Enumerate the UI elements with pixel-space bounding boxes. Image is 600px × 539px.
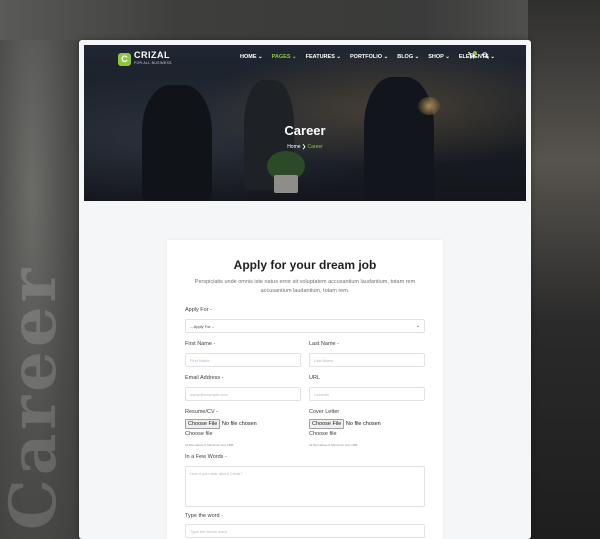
breadcrumb: Home ❯ Career — [84, 144, 526, 150]
cover-choose-text: Choose file — [309, 431, 337, 437]
apply-for-label: Apply For - — [185, 307, 212, 313]
first-name-label: First Name - — [185, 341, 216, 347]
page-title: Career — [284, 123, 326, 138]
apply-for-value: -- Apply For -- — [190, 324, 215, 329]
url-label: URL — [309, 375, 321, 381]
top-navigation: C CRIZAL FOR ALL BUSINESS HOME ⌄ PAGES ⌄… — [84, 45, 526, 71]
nav-item-elements[interactable]: ELEMENTS ⌄ — [459, 54, 495, 60]
resume-choose-file-button[interactable]: Choose File — [185, 419, 221, 429]
cover-hint: All files allowed. Maximum size 1MB — [309, 443, 358, 447]
resume-choose-text: Choose file — [185, 431, 213, 437]
main-menu: HOME ⌄ PAGES ⌄ FEATURES ⌄ PORTFOLIO ⌄ BL… — [240, 54, 504, 60]
resume-label: Resume/CV - — [185, 409, 219, 415]
form-description: Perspiciatis unde omnis iste natus error… — [194, 279, 416, 294]
nav-item-features[interactable]: FEATURES ⌄ — [306, 54, 341, 60]
nav-item-portfolio[interactable]: PORTFOLIO ⌄ — [350, 54, 388, 60]
cart-count-badge — [473, 51, 477, 55]
chevron-down-icon: ⌄ — [415, 323, 420, 329]
email-label: Email Address - — [185, 375, 224, 381]
brand-tagline: FOR ALL BUSINESS — [134, 61, 172, 65]
resume-file-input[interactable]: Choose File No file chosen — [185, 419, 257, 429]
few-words-textarea[interactable]: How'd you hear about Crizal? — [185, 466, 425, 507]
last-name-field[interactable]: Last Name — [309, 353, 425, 367]
cover-letter-file-input[interactable]: Choose File No file chosen — [309, 419, 381, 429]
url-field[interactable]: LinkedIn — [309, 387, 425, 401]
application-form-card: Apply for your dream job Perspiciatis un… — [167, 240, 443, 539]
brand-name: CRIZAL — [134, 50, 170, 60]
breadcrumb-separator-icon: ❯ — [301, 144, 307, 150]
email-field[interactable]: name@example.com — [185, 387, 301, 401]
nav-item-pages[interactable]: PAGES ⌄ — [272, 54, 297, 60]
apply-for-select[interactable]: -- Apply For -- ⌄ — [185, 319, 425, 333]
cover-choose-file-button[interactable]: Choose File — [309, 419, 345, 429]
logo-mark-icon: C — [118, 52, 131, 66]
cover-file-status: No file chosen — [345, 421, 381, 427]
resume-file-status: No file chosen — [221, 421, 257, 427]
type-word-field[interactable]: Type the below word — [185, 524, 425, 538]
last-name-label: Last Name - — [309, 341, 339, 347]
background-watermark-word: Career — [0, 264, 71, 530]
site-preview-frame: C CRIZAL FOR ALL BUSINESS HOME ⌄ PAGES ⌄… — [79, 40, 531, 539]
brand-logo[interactable]: C CRIZAL FOR ALL BUSINESS — [118, 51, 172, 67]
resume-hint: All files allowed. Maximum size 1MB — [185, 443, 234, 447]
nav-item-shop[interactable]: SHOP ⌄ — [428, 54, 450, 60]
breadcrumb-current: Career — [307, 144, 323, 150]
hero-banner: C CRIZAL FOR ALL BUSINESS HOME ⌄ PAGES ⌄… — [84, 45, 526, 201]
breadcrumb-home[interactable]: Home — [287, 144, 300, 150]
first-name-field[interactable]: First Name — [185, 353, 301, 367]
nav-item-home[interactable]: HOME ⌄ — [240, 54, 263, 60]
cover-letter-label: Cover Letter — [309, 409, 340, 415]
few-words-label: In a Few Words - — [185, 454, 227, 460]
nav-item-blog[interactable]: BLOG ⌄ — [397, 54, 419, 60]
background-photo-right — [528, 0, 600, 539]
search-icon[interactable] — [482, 52, 489, 61]
type-word-label: Type the word - — [185, 513, 223, 519]
form-title: Apply for your dream job — [233, 258, 377, 272]
